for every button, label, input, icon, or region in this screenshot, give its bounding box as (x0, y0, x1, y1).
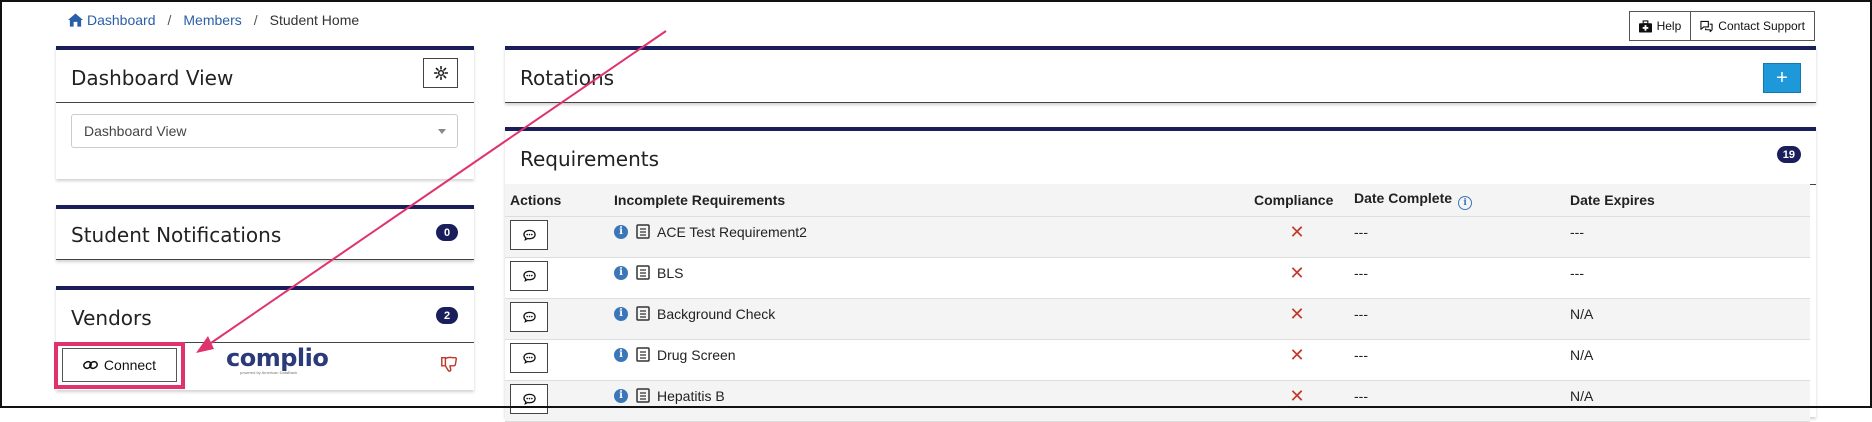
comment-button[interactable] (510, 383, 548, 414)
table-row: i BLS ✕ --- --- (505, 257, 1810, 299)
table-row: i Hepatitis B ✕ --- N/A (505, 380, 1810, 422)
noncompliant-icon: ✕ (1289, 344, 1305, 365)
breadcrumb-current: Student Home (269, 12, 360, 28)
card-title: Vendors (71, 306, 152, 330)
document-icon (636, 388, 650, 403)
card-title: Student Notifications (71, 223, 282, 247)
noncompliant-icon: ✕ (1289, 303, 1305, 324)
date-complete-value: --- (1354, 224, 1368, 240)
document-icon (636, 265, 650, 280)
date-expires-value: N/A (1570, 347, 1594, 363)
requirement-name[interactable]: Hepatitis B (657, 388, 725, 404)
date-complete-value: --- (1354, 265, 1368, 281)
requirements-card: Requirements 19 Actions Incomplete Requi… (505, 127, 1816, 422)
comment-button[interactable] (510, 219, 548, 250)
table-row: i Background Check ✕ --- N/A (505, 298, 1810, 340)
comment-button[interactable] (510, 301, 548, 332)
info-icon[interactable]: i (614, 265, 628, 280)
gear-icon (433, 66, 448, 80)
complio-logo: complio powered by American DataBank (226, 344, 329, 375)
info-icon[interactable]: i (614, 388, 628, 403)
connect-label: Connect (103, 357, 157, 373)
breadcrumb-separator: / (253, 12, 258, 28)
card-title: Requirements (520, 147, 660, 171)
column-header-date-complete[interactable]: Date Complete i (1354, 184, 1570, 217)
noncompliant-icon: ✕ (1289, 221, 1305, 242)
dashboard-settings-button[interactable] (423, 58, 458, 88)
chat-bubbles-icon (1700, 20, 1713, 32)
date-expires-value: --- (1570, 224, 1584, 240)
comment-icon (522, 352, 536, 364)
document-icon (636, 347, 650, 362)
card-title: Rotations (520, 66, 615, 90)
requirement-name[interactable]: BLS (657, 265, 683, 281)
info-icon[interactable]: i (614, 224, 628, 239)
add-rotation-button[interactable]: + (1763, 63, 1801, 93)
comment-icon (522, 311, 536, 323)
dashboard-view-select[interactable]: Dashboard View (71, 114, 458, 148)
date-expires-value: N/A (1570, 306, 1594, 322)
breadcrumb-dashboard-link[interactable]: Dashboard (87, 12, 156, 28)
breadcrumb-separator: / (167, 12, 172, 28)
complio-wordmark: complio (226, 344, 329, 372)
date-complete-value: --- (1354, 306, 1368, 322)
notifications-count-badge: 0 (436, 224, 458, 241)
column-header-date-expires[interactable]: Date Expires (1570, 184, 1810, 217)
date-expires-value: N/A (1570, 388, 1594, 404)
column-header-actions: Actions (505, 184, 614, 217)
comment-icon (522, 393, 536, 405)
rotations-card: Rotations + (505, 46, 1816, 103)
breadcrumb-members-link[interactable]: Members (183, 12, 241, 28)
help-label: Help (1656, 19, 1682, 33)
card-divider (56, 102, 474, 103)
table-header-row: Actions Incomplete Requirements Complian… (505, 184, 1810, 217)
card-divider (56, 259, 474, 260)
comment-icon (522, 229, 536, 241)
table-row: i Drug Screen ✕ --- N/A (505, 339, 1810, 381)
column-header-compliance[interactable]: Compliance (1254, 184, 1354, 217)
comment-button[interactable] (510, 260, 548, 291)
comment-icon (522, 270, 536, 282)
requirement-name[interactable]: Drug Screen (657, 347, 736, 363)
home-icon (68, 13, 83, 27)
dashboard-view-card: Dashboard View Dashboard View (56, 46, 474, 179)
link-icon (83, 360, 98, 370)
requirements-count-badge: 19 (1776, 146, 1801, 163)
contact-support-button[interactable]: Contact Support (1691, 11, 1815, 41)
vendors-count-badge: 2 (436, 307, 458, 324)
card-divider (505, 102, 1816, 103)
column-header-incomplete-requirements[interactable]: Incomplete Requirements (614, 184, 1254, 217)
requirements-table: Actions Incomplete Requirements Complian… (505, 184, 1810, 422)
requirement-name[interactable]: ACE Test Requirement2 (657, 224, 807, 240)
noncompliant-icon: ✕ (1289, 262, 1305, 283)
thumbs-down-icon[interactable] (440, 355, 458, 373)
card-title: Dashboard View (71, 66, 234, 90)
first-aid-kit-icon (1638, 19, 1652, 33)
noncompliant-icon: ✕ (1289, 385, 1305, 406)
date-complete-value: --- (1354, 388, 1368, 404)
chevron-down-icon (438, 129, 446, 134)
info-icon[interactable]: i (1458, 195, 1473, 210)
requirement-name[interactable]: Background Check (657, 306, 775, 322)
table-row: i ACE Test Requirement2 ✕ --- --- (505, 216, 1810, 258)
date-expires-value: --- (1570, 265, 1584, 281)
document-icon (636, 224, 650, 239)
contact-support-label: Contact Support (1718, 19, 1805, 33)
date-complete-value: --- (1354, 347, 1368, 363)
breadcrumb: Dashboard / Members / Student Home (68, 12, 359, 28)
dashboard-view-select-value: Dashboard View (84, 123, 187, 139)
header-actions: Help Contact Support (1628, 11, 1815, 41)
student-notifications-card: Student Notifications 0 (56, 205, 474, 260)
help-button[interactable]: Help (1628, 11, 1692, 41)
info-icon[interactable]: i (614, 347, 628, 362)
comment-button[interactable] (510, 342, 548, 373)
date-complete-header-label: Date Complete (1354, 189, 1453, 206)
info-icon[interactable]: i (614, 306, 628, 321)
connect-button[interactable]: Connect (62, 348, 177, 382)
document-icon (636, 306, 650, 321)
